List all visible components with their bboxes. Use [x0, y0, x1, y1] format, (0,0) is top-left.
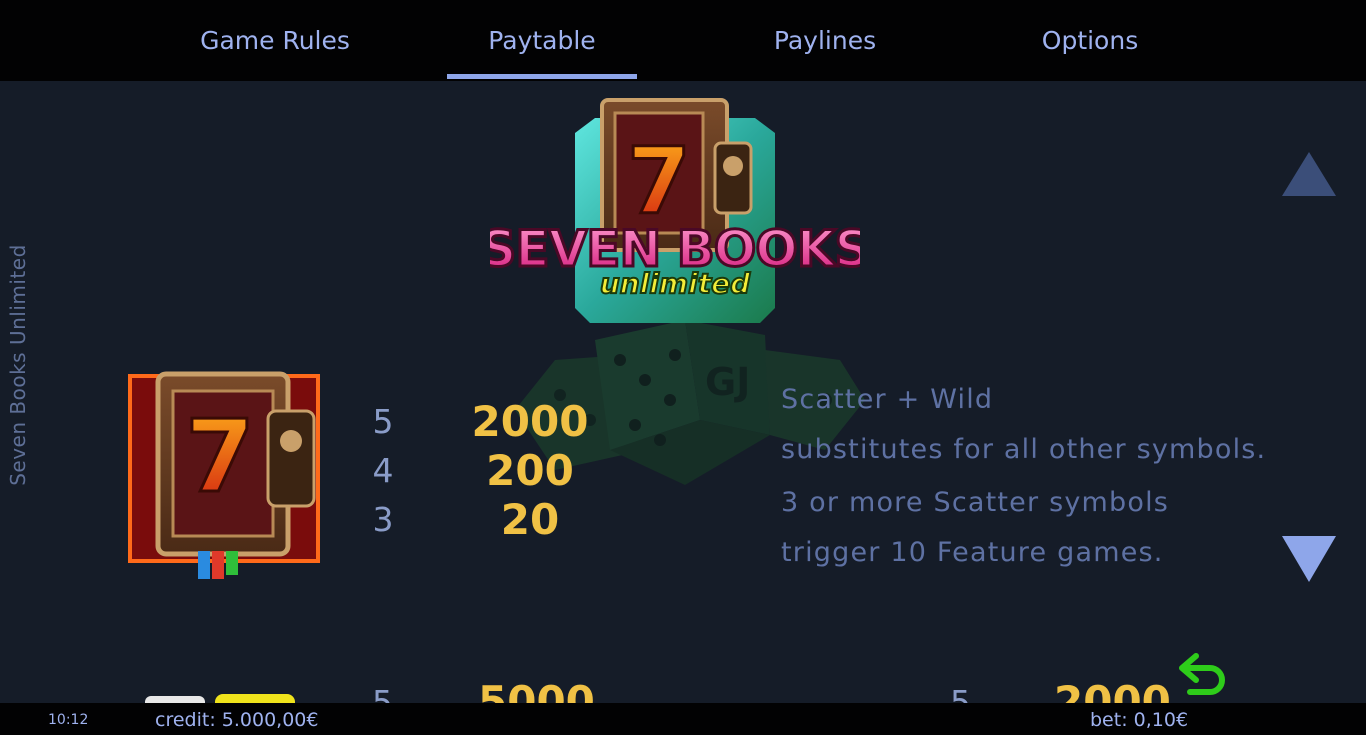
- tab-label: Game Rules: [200, 26, 350, 55]
- tab-label: Paytable: [488, 26, 596, 55]
- back-arrow-icon[interactable]: [1176, 652, 1228, 700]
- next-row-left-count: 5: [372, 683, 393, 703]
- description-line: substitutes for all other symbols.: [781, 434, 1267, 465]
- payout-row: 5 2000: [0, 396, 700, 446]
- game-logo: 7 SEVEN BOOKS unlimited: [490, 98, 860, 323]
- symbol-count: 3: [372, 499, 394, 539]
- tab-label: Options: [1041, 26, 1139, 55]
- scroll-up-icon[interactable]: [1282, 152, 1336, 197]
- payout-amount: 20: [500, 494, 560, 544]
- tab-paytable[interactable]: Paytable: [447, 0, 637, 81]
- payout-row: 3 20: [0, 494, 700, 544]
- tab-options[interactable]: Options: [1010, 0, 1170, 81]
- dice-mark: GJ: [705, 360, 750, 404]
- credit-display: credit: 5.000,00€: [155, 709, 319, 731]
- bet-display: bet: 0,10€: [1090, 709, 1189, 731]
- next-row-left-amount: 5000: [478, 677, 595, 703]
- next-row-preview: 5 5000 5 2000: [0, 675, 1366, 703]
- logo-subtitle: unlimited: [600, 267, 751, 300]
- status-bar: 10:12 credit: 5.000,00€ bet: 0,10€: [0, 703, 1366, 735]
- logo-seven: 7: [627, 128, 691, 235]
- next-row-right-count: 5: [950, 683, 971, 703]
- next-row-right-amount: 2000: [1054, 677, 1171, 703]
- clock-time: 10:12: [48, 712, 89, 728]
- payout-amount: 2000: [471, 396, 589, 446]
- symbol-count: 5: [372, 401, 394, 441]
- tab-bar: Game Rules Paytable Paylines Options: [0, 0, 1366, 81]
- description-line: 3 or more Scatter symbols: [781, 487, 1170, 518]
- payout-amount: 200: [486, 445, 574, 495]
- payout-row: 4 200: [0, 445, 700, 495]
- active-tab-indicator: [447, 74, 637, 79]
- tab-paylines[interactable]: Paylines: [740, 0, 910, 81]
- tab-label: Paylines: [773, 26, 877, 55]
- symbol-count: 4: [372, 450, 394, 490]
- description-line: trigger 10 Feature games.: [781, 537, 1164, 568]
- tab-game-rules[interactable]: Game Rules: [190, 0, 360, 81]
- scroll-down-icon[interactable]: [1282, 536, 1336, 582]
- description-line: Scatter + Wild: [781, 384, 994, 415]
